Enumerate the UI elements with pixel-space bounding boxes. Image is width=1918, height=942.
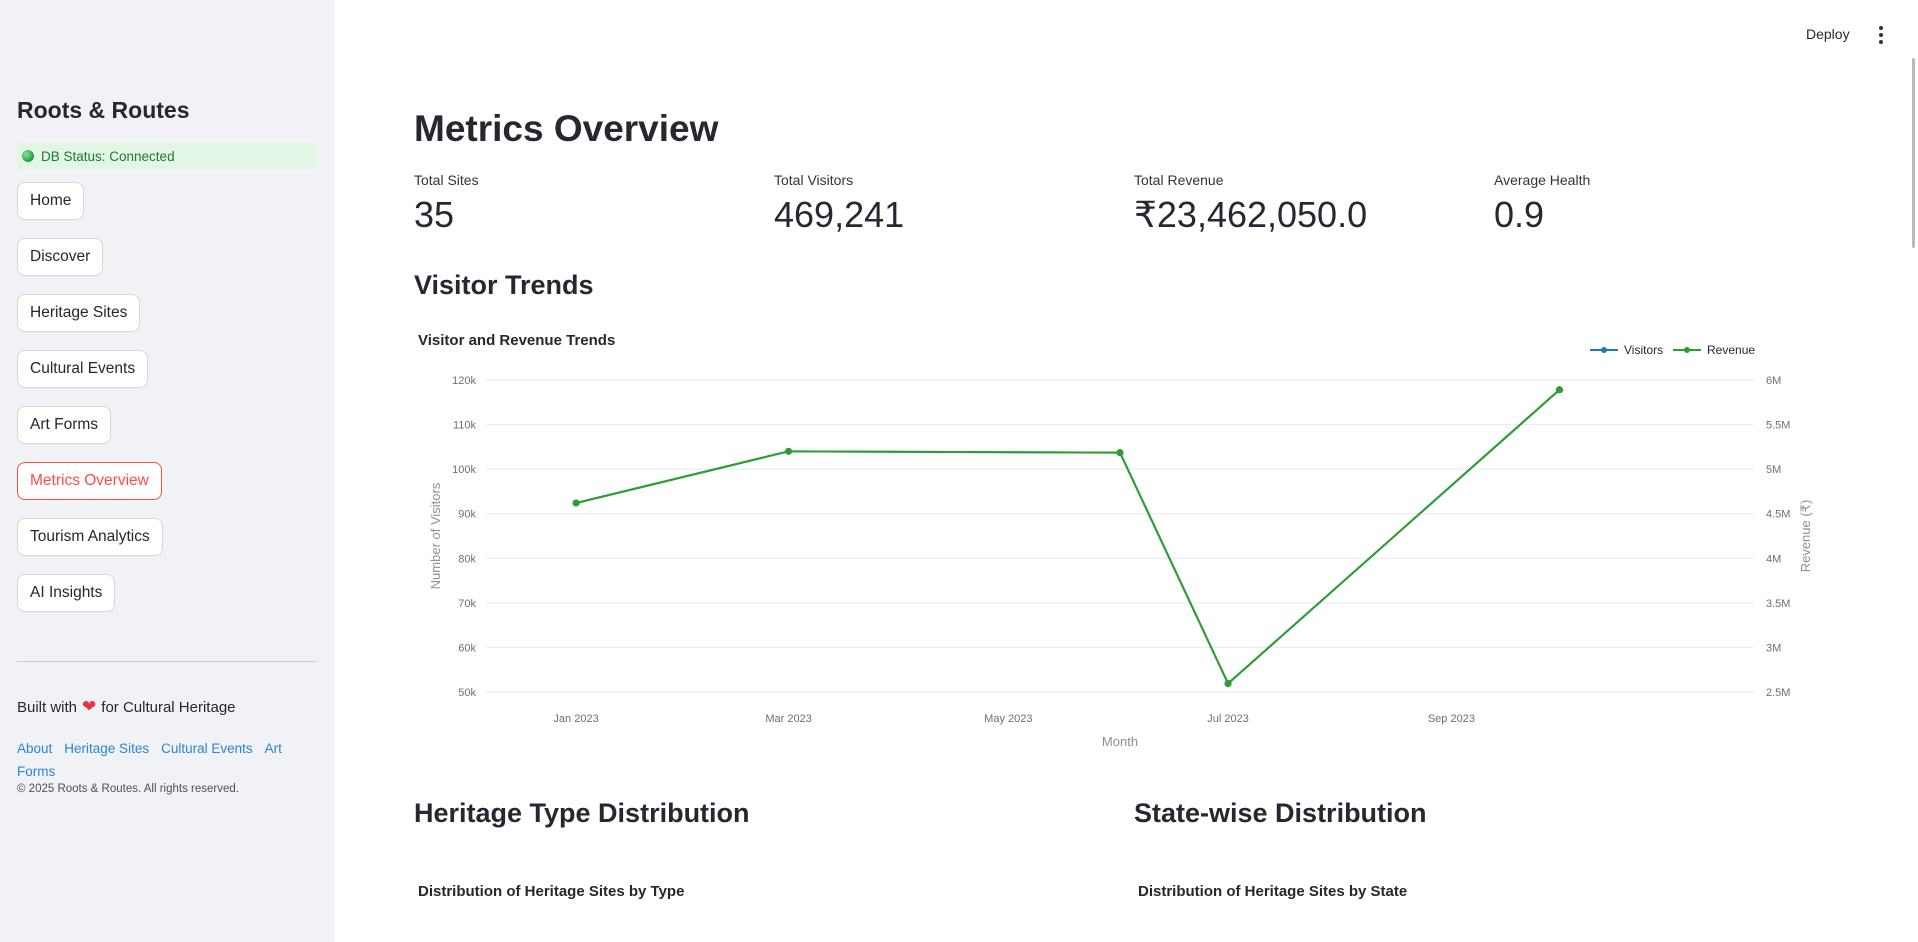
heritage-type-chart-title: Distribution of Heritage Sites by Type <box>418 883 685 900</box>
y2-tick-label: 4M <box>1766 553 1781 565</box>
chart-y2-axis-title: Revenue (₹) <box>1798 500 1813 573</box>
state-distribution-heading: State-wise Distribution <box>1134 798 1427 828</box>
built-with-suffix: for Cultural Heritage <box>101 698 236 716</box>
series-line-revenue <box>575 389 1561 686</box>
metric-label: Total Visitors <box>774 172 854 188</box>
heart-icon: ❤ <box>82 697 97 716</box>
sidebar: Roots & Routes DB Status: Connected Home… <box>0 0 335 942</box>
metric-value: 35 <box>414 194 455 235</box>
nav-cultural-events-button[interactable]: Cultural Events <box>17 350 149 388</box>
chart-y-ticks: 50k 60k 70k 80k 90k 100k 110k 120k <box>452 375 476 699</box>
nav-heritage-sites-button[interactable]: Heritage Sites <box>17 294 141 332</box>
metric-value: ₹23,462,050.0 <box>1134 194 1368 235</box>
y-tick-label: 100k <box>452 464 476 476</box>
nav-discover-button[interactable]: Discover <box>17 238 104 276</box>
y2-tick-label: 5.5M <box>1766 420 1790 432</box>
y-tick-label: 90k <box>458 509 476 521</box>
series-point-revenue <box>785 447 793 455</box>
chart-grid <box>486 379 1754 693</box>
db-status-text: DB Status: Connected <box>41 148 175 164</box>
y2-tick-label: 6M <box>1766 375 1781 387</box>
chart-x-ticks: Jan 2023 Mar 2023 May 2023 Jul 2023 Sep 2023 <box>553 713 1475 725</box>
footer-link-heritage-sites[interactable]: Heritage Sites <box>64 741 149 756</box>
chart-y2-ticks: 2.5M 3M 3.5M 4M 4.5M 5M 5.5M 6M <box>1766 375 1790 699</box>
series-point-revenue <box>1555 386 1563 394</box>
chart-series <box>572 386 1563 688</box>
visitor-revenue-chart[interactable]: Visitor and Revenue Trends 50k 60k 70k 80k 9… <box>414 322 1834 762</box>
metric-total-visitors: Total Visitors 469,241 <box>774 172 904 236</box>
scrollbar-thumb[interactable] <box>1912 58 1915 248</box>
built-with-text: Built with ❤ for Cultural Heritage <box>17 697 236 717</box>
green-status-dot-icon <box>22 150 34 162</box>
y2-tick-label: 4.5M <box>1766 509 1790 521</box>
metric-total-sites: Total Sites 35 <box>414 172 479 236</box>
x-tick-label: Jan 2023 <box>553 713 598 725</box>
x-tick-label: Sep 2023 <box>1428 713 1475 725</box>
y-tick-label: 50k <box>458 687 476 699</box>
series-point-revenue <box>1116 449 1124 457</box>
legend-visitors-marker <box>1601 347 1607 353</box>
nav-metrics-overview-button[interactable]: Metrics Overview <box>17 462 162 500</box>
x-tick-label: May 2023 <box>984 713 1032 725</box>
legend-revenue-marker <box>1684 347 1690 353</box>
legend-revenue-label[interactable]: Revenue <box>1707 343 1755 357</box>
db-status-badge: DB Status: Connected <box>17 143 317 169</box>
series-point-revenue <box>1224 680 1232 688</box>
y2-tick-label: 2.5M <box>1766 687 1790 699</box>
y-tick-label: 70k <box>458 598 476 610</box>
metric-value: 0.9 <box>1494 194 1545 235</box>
chart-y-axis-title: Number of Visitors <box>428 482 443 589</box>
y-tick-label: 80k <box>458 553 476 565</box>
footer-link-cultural-events[interactable]: Cultural Events <box>161 741 253 756</box>
y2-tick-label: 3.5M <box>1766 598 1790 610</box>
sidebar-divider <box>17 661 317 662</box>
x-tick-label: Jul 2023 <box>1207 713 1249 725</box>
chart-x-axis-title: Month <box>1102 734 1138 749</box>
legend-visitors-label[interactable]: Visitors <box>1624 343 1663 357</box>
metric-total-revenue: Total Revenue ₹23,462,050.0 <box>1134 172 1367 236</box>
page-title: Metrics Overview <box>414 108 719 149</box>
metric-label: Total Revenue <box>1134 172 1224 188</box>
nav-art-forms-button[interactable]: Art Forms <box>17 406 112 444</box>
nav-ai-insights-button[interactable]: AI Insights <box>17 574 116 612</box>
footer-links: About Heritage Sites Cultural Events Art Fo… <box>17 737 297 783</box>
chart-legend[interactable]: Visitors Revenue <box>1590 343 1755 357</box>
x-tick-label: Mar 2023 <box>765 713 811 725</box>
built-with-prefix: Built with <box>17 698 78 716</box>
series-line-visitors <box>575 389 1561 686</box>
footer-link-about[interactable]: About <box>17 741 52 756</box>
visitor-trends-heading: Visitor Trends <box>414 270 594 300</box>
chart-title: Visitor and Revenue Trends <box>418 332 615 349</box>
metric-label: Average Health <box>1494 172 1591 188</box>
y-tick-label: 60k <box>458 642 476 654</box>
series-point-revenue <box>572 499 580 507</box>
state-chart-title: Distribution of Heritage Sites by State <box>1138 883 1408 900</box>
app-brand-title: Roots & Routes <box>17 97 190 123</box>
nav-home-button[interactable]: Home <box>17 182 85 220</box>
metric-value: 469,241 <box>774 194 905 235</box>
copyright-text: © 2025 Roots & Routes. All rights reserv… <box>17 783 239 795</box>
y-tick-label: 110k <box>453 420 477 432</box>
kebab-menu-icon[interactable] <box>1874 24 1888 46</box>
y2-tick-label: 3M <box>1766 642 1781 654</box>
y-tick-label: 120k <box>452 375 476 387</box>
y2-tick-label: 5M <box>1766 464 1781 476</box>
heritage-type-heading: Heritage Type Distribution <box>414 798 750 828</box>
metric-average-health: Average Health 0.9 <box>1494 172 1590 236</box>
nav-tourism-analytics-button[interactable]: Tourism Analytics <box>17 518 163 556</box>
metric-label: Total Sites <box>414 172 479 188</box>
deploy-button[interactable]: Deploy <box>1800 22 1856 46</box>
